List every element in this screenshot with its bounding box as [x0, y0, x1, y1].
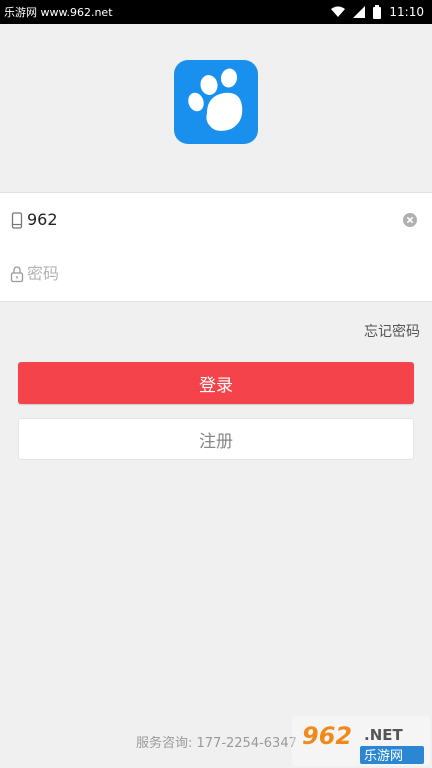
- forgot-password-link[interactable]: 忘记密码: [364, 321, 420, 341]
- lock-icon: [10, 266, 24, 283]
- wifi-icon: [331, 6, 346, 17]
- svg-text:乐游网: 乐游网: [364, 749, 403, 764]
- clear-input-button[interactable]: [403, 213, 417, 227]
- register-button[interactable]: 注册: [18, 418, 414, 460]
- svg-text:962: 962: [302, 722, 352, 750]
- service-contact-text: 服务咨询: 177-2254-6347: [136, 736, 297, 751]
- battery-icon: [373, 5, 382, 19]
- login-form: 962 密码: [0, 192, 432, 302]
- status-icons: 11:10: [331, 5, 424, 19]
- watermark-logo: 962 .NET 乐游网: [292, 716, 430, 766]
- status-bar: 乐游网 www.962.net 11:10: [0, 0, 432, 24]
- login-button[interactable]: 登录: [18, 362, 414, 404]
- app-logo: [174, 60, 258, 144]
- close-icon: [406, 216, 414, 224]
- phone-field[interactable]: 962: [0, 193, 432, 247]
- phone-input-value[interactable]: 962: [27, 210, 58, 230]
- password-field[interactable]: 密码: [0, 247, 432, 301]
- phone-icon: [11, 212, 23, 229]
- status-watermark: 乐游网 www.962.net: [4, 6, 113, 19]
- signal-icon: [353, 6, 366, 18]
- status-time: 11:10: [389, 5, 424, 19]
- paw-icon: [188, 68, 243, 131]
- password-input-placeholder[interactable]: 密码: [27, 264, 59, 284]
- svg-text:.NET: .NET: [364, 726, 403, 744]
